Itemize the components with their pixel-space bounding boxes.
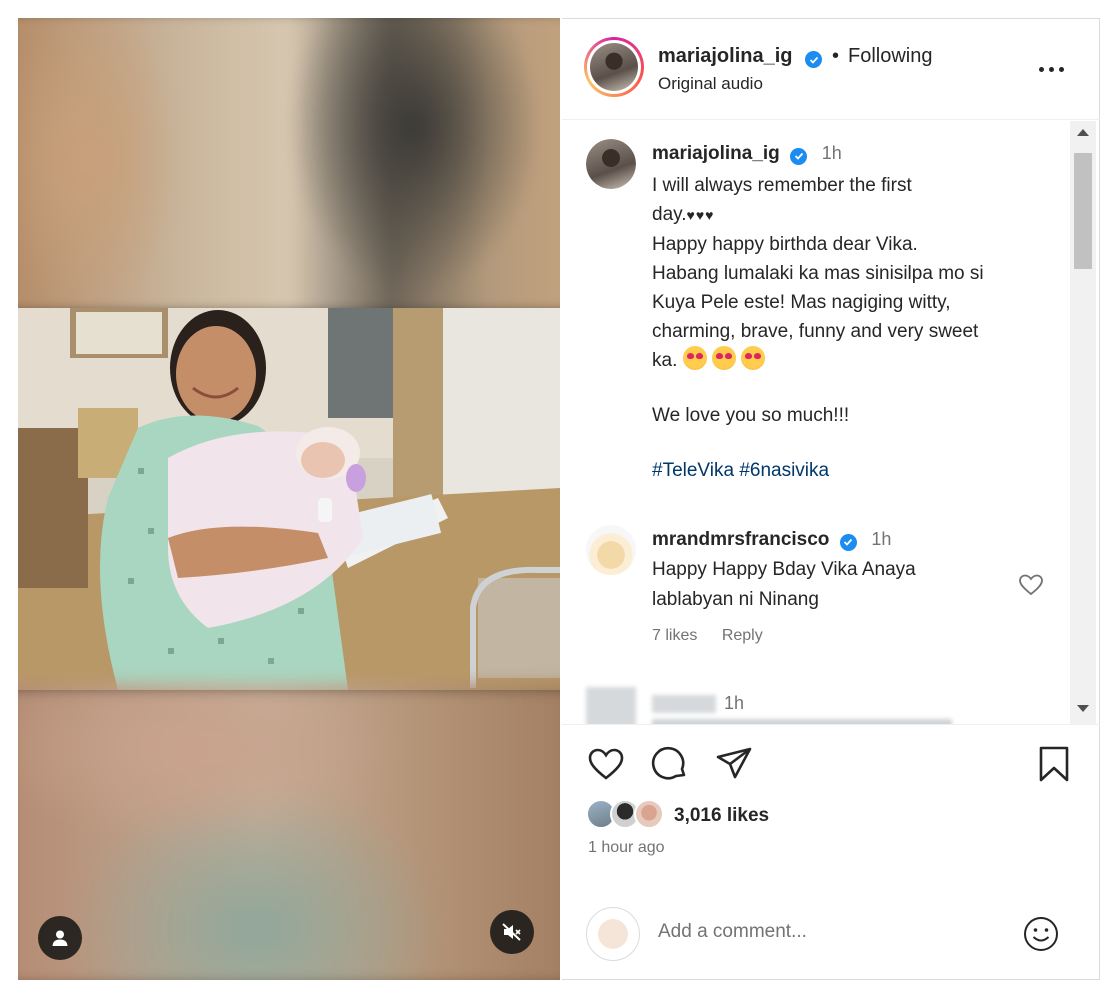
bookmark-icon: [1039, 746, 1069, 782]
separator-dot: •: [832, 45, 840, 67]
caption-line-text: ka.: [652, 350, 678, 371]
blurred-video-frame-bottom: [18, 684, 560, 980]
post-header: mariajolina_ig • Following Original audi…: [562, 19, 1100, 120]
post-detail-panel: mariajolina_ig • Following Original audi…: [562, 18, 1100, 980]
heart-outline-icon: [588, 748, 624, 780]
verified-badge-icon: [805, 51, 822, 68]
mute-toggle-button[interactable]: [490, 910, 534, 954]
caption-username[interactable]: mariajolina_ig: [652, 143, 780, 164]
speech-bubble-icon: [651, 746, 686, 780]
person-icon: [52, 930, 68, 946]
caption-line: Kuya Pele este! Mas nagiging witty,: [652, 292, 951, 313]
liker-avatar: [634, 799, 664, 829]
comment-reply-button[interactable]: Reply: [722, 627, 763, 644]
comment-header: mrandmrsfrancisco 1h: [652, 529, 891, 551]
scroll-thumb[interactable]: [1074, 153, 1092, 269]
add-comment-bar: Add a comment...: [562, 891, 1100, 981]
smiley-icon: [1024, 917, 1058, 951]
caption-text: I will always remember the first day.♥♥♥…: [652, 171, 1052, 485]
blurred-video-frame-top: [18, 18, 560, 314]
blurred-comment-text: [652, 719, 952, 724]
caption-line: day.♥♥♥: [652, 200, 1052, 230]
more-options-button[interactable]: [1034, 59, 1068, 79]
heart-outline-icon: [1019, 574, 1043, 596]
author-avatar[interactable]: [584, 37, 644, 97]
comment-line: Happy Happy Bday Vika Anaya: [652, 559, 916, 580]
heart-eyes-emoji-icon: [711, 346, 736, 370]
more-dot-icon: [1048, 66, 1054, 72]
verified-badge-icon: [790, 147, 808, 165]
comment-input[interactable]: Add a comment...: [658, 921, 807, 943]
commenter-avatar[interactable]: [586, 525, 636, 575]
comment-text: Happy Happy Bday Vika Anaya lablabyan ni…: [652, 555, 916, 615]
paper-plane-icon: [716, 747, 752, 779]
post-timestamp[interactable]: 1 hour ago: [588, 839, 665, 857]
scroll-up-arrow-icon[interactable]: [1077, 129, 1089, 136]
caption-author-avatar[interactable]: [586, 139, 636, 189]
caption-line: Happy happy birthda dear Vika.: [652, 234, 918, 255]
more-dot-icon: [1038, 66, 1044, 72]
caption-time: 1h: [821, 143, 842, 163]
scroll-down-arrow-icon[interactable]: [1077, 705, 1089, 712]
caption-author-avatar-image: [586, 139, 636, 189]
caption-line: ka.: [652, 346, 1052, 375]
like-button[interactable]: [586, 744, 626, 784]
caption-line: We love you so much!!!: [652, 405, 850, 426]
author-username[interactable]: mariajolina_ig: [658, 45, 793, 68]
post-actions: [562, 744, 1100, 792]
post-photo: [18, 308, 560, 690]
comments-section[interactable]: mariajolina_ig 1h I will always remember…: [562, 121, 1100, 725]
caption-line-text: day.: [652, 204, 687, 225]
heart-eyes-emoji-icon: [682, 346, 707, 370]
speaker-muted-icon: [502, 923, 521, 941]
post-media[interactable]: [18, 18, 560, 980]
blurred-commenter-avatar: [586, 687, 636, 724]
share-button[interactable]: [714, 744, 754, 784]
caption-header: mariajolina_ig 1h: [652, 143, 842, 165]
comment-line: lablabyan ni Ninang: [652, 589, 819, 610]
caption-line: Habang lumalaki ka mas sinisilpa mo si: [652, 263, 984, 284]
heart-eyes-emoji-icon: [740, 346, 765, 370]
tagged-users-button[interactable]: [38, 916, 82, 960]
verified-badge-icon: [839, 533, 857, 551]
blurred-commenter-username: [652, 695, 716, 713]
author-avatar-image: [590, 43, 638, 91]
comment-button[interactable]: [650, 744, 690, 784]
hearts-emoji: ♥♥♥: [686, 207, 715, 223]
comments-scrollbar[interactable]: [1070, 121, 1096, 724]
comment-likes-count[interactable]: 7 likes: [652, 627, 697, 644]
next-comment-time: 1h: [724, 693, 745, 713]
emoji-picker-button[interactable]: [1022, 915, 1060, 953]
hospital-mother-baby-image: [18, 308, 560, 690]
caption-line: charming, brave, funny and very sweet: [652, 321, 979, 342]
caption-hashtags[interactable]: #TeleVika #6nasivika: [652, 456, 1052, 485]
current-user-avatar: [586, 907, 640, 961]
more-dot-icon: [1058, 66, 1064, 72]
comment-username[interactable]: mrandmrsfrancisco: [652, 529, 829, 550]
comment-like-button[interactable]: [1018, 573, 1044, 602]
save-button[interactable]: [1034, 744, 1074, 784]
caption-line: I will always remember the first: [652, 175, 912, 196]
comment-meta: 7 likes Reply: [652, 627, 783, 645]
comment-time: 1h: [871, 529, 892, 549]
following-button[interactable]: Following: [848, 45, 932, 68]
audio-link[interactable]: Original audio: [658, 74, 763, 94]
likes-count[interactable]: 3,016 likes: [674, 805, 769, 827]
